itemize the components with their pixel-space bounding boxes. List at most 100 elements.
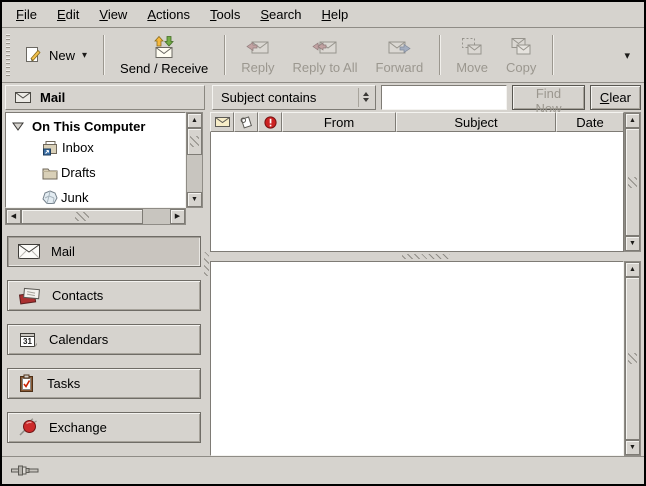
message-list-column-headers: From Subject Date bbox=[210, 112, 624, 132]
column-date-label: Date bbox=[576, 115, 603, 130]
sidebar: On This Computer Inbox bbox=[5, 112, 203, 456]
new-message-icon bbox=[24, 46, 42, 64]
find-now-button[interactable]: Find Now bbox=[512, 85, 585, 110]
reply-label: Reply bbox=[241, 60, 274, 75]
filter-row: Mail Subject contains Find Now Clear bbox=[2, 83, 644, 112]
tree-item-junk[interactable]: Junk bbox=[8, 185, 183, 208]
search-input[interactable] bbox=[381, 85, 507, 110]
forward-button[interactable]: Forward bbox=[367, 33, 433, 78]
scroll-up-button[interactable]: ▲ bbox=[625, 262, 640, 277]
folder-tree-vscrollbar[interactable]: ▲ ▼ bbox=[186, 112, 203, 208]
reply-to-all-icon bbox=[312, 36, 338, 58]
junk-icon bbox=[42, 190, 58, 205]
folder-tree[interactable]: On This Computer Inbox bbox=[5, 112, 186, 208]
menu-tools[interactable]: Tools bbox=[200, 3, 250, 26]
tree-item-label: Junk bbox=[61, 190, 88, 205]
contacts-icon bbox=[18, 287, 41, 305]
splitter-grip[interactable] bbox=[402, 254, 450, 259]
forward-label: Forward bbox=[376, 60, 424, 75]
preview-vscrollbar[interactable]: ▲ ▼ bbox=[624, 261, 641, 456]
send-receive-button[interactable]: Send / Receive bbox=[111, 32, 217, 79]
scroll-up-button[interactable]: ▲ bbox=[187, 113, 202, 128]
move-to-folder-icon bbox=[460, 36, 484, 58]
reply-to-all-label: Reply to All bbox=[292, 60, 357, 75]
mail-icon bbox=[18, 244, 40, 259]
folder-tree-hscrollbar[interactable]: ◀ ▶ bbox=[5, 208, 186, 225]
expander-triangle-icon[interactable] bbox=[12, 122, 24, 131]
copy-icon bbox=[509, 36, 533, 58]
move-button[interactable]: Move bbox=[447, 33, 497, 78]
folder-pane-header: Mail bbox=[5, 85, 205, 110]
column-date[interactable]: Date bbox=[556, 112, 624, 132]
message-list-vscrollbar[interactable]: ▲ ▼ bbox=[624, 112, 641, 252]
switcher-tasks-button[interactable]: Tasks bbox=[7, 368, 201, 399]
tree-root-on-this-computer[interactable]: On This Computer bbox=[8, 118, 183, 135]
switcher-label: Tasks bbox=[47, 376, 80, 391]
column-from[interactable]: From bbox=[282, 112, 396, 132]
message-list-pane: From Subject Date ▲ ▼ bbox=[210, 112, 641, 252]
scrollbar-thumb[interactable] bbox=[625, 128, 640, 236]
move-label: Move bbox=[456, 60, 488, 75]
splitter-grip[interactable] bbox=[204, 252, 209, 276]
toolbar-separator bbox=[439, 35, 440, 75]
switcher-label: Calendars bbox=[49, 332, 108, 347]
toolbar-drag-handle[interactable] bbox=[6, 34, 10, 76]
clear-button[interactable]: Clear bbox=[590, 85, 641, 110]
scrollbar-thumb[interactable] bbox=[187, 128, 202, 155]
scroll-down-button[interactable]: ▼ bbox=[625, 236, 640, 251]
message-list[interactable] bbox=[210, 132, 624, 252]
switcher-mail-button[interactable]: Mail bbox=[7, 236, 201, 267]
column-message-status[interactable] bbox=[210, 112, 234, 132]
tree-item-drafts[interactable]: Drafts bbox=[8, 160, 183, 185]
menubar: File Edit View Actions Tools Search Help bbox=[2, 2, 644, 28]
menu-help[interactable]: Help bbox=[312, 3, 359, 26]
new-button-label: New bbox=[49, 48, 75, 63]
search-filter-dropdown[interactable]: Subject contains bbox=[212, 85, 376, 110]
online-status-connector-icon[interactable] bbox=[11, 464, 41, 477]
toolbar-separator bbox=[103, 35, 104, 75]
attachment-icon bbox=[239, 115, 253, 129]
scroll-left-button[interactable]: ◀ bbox=[6, 209, 21, 224]
mail-envelope-icon bbox=[15, 92, 31, 103]
column-importance[interactable] bbox=[258, 112, 282, 132]
menu-view[interactable]: View bbox=[89, 3, 137, 26]
scroll-down-button[interactable]: ▼ bbox=[625, 440, 640, 455]
switcher-calendars-button[interactable]: 31 Calendars bbox=[7, 324, 201, 355]
send-receive-label: Send / Receive bbox=[120, 61, 208, 76]
menu-actions[interactable]: Actions bbox=[137, 3, 200, 26]
reply-to-all-button[interactable]: Reply to All bbox=[283, 33, 366, 78]
menu-file[interactable]: File bbox=[6, 3, 47, 26]
menu-edit[interactable]: Edit bbox=[47, 3, 89, 26]
sidebar-splitter[interactable] bbox=[203, 112, 210, 456]
scrollbar-corner bbox=[186, 208, 203, 225]
column-subject[interactable]: Subject bbox=[396, 112, 556, 132]
new-button[interactable]: New ▾ bbox=[15, 40, 96, 70]
preview-splitter[interactable] bbox=[210, 252, 641, 261]
menu-search[interactable]: Search bbox=[250, 3, 311, 26]
reply-button[interactable]: Reply bbox=[232, 33, 283, 78]
send-receive-icon bbox=[151, 35, 177, 59]
preview-pane: ▲ ▼ bbox=[210, 261, 641, 456]
scroll-down-button[interactable]: ▼ bbox=[187, 192, 202, 207]
copy-button[interactable]: Copy bbox=[497, 33, 545, 78]
switcher-exchange-button[interactable]: Exchange bbox=[7, 412, 201, 443]
scroll-right-button[interactable]: ▶ bbox=[170, 209, 185, 224]
svg-text:31: 31 bbox=[23, 337, 32, 346]
tree-item-inbox[interactable]: Inbox bbox=[8, 135, 183, 160]
scroll-up-button[interactable]: ▲ bbox=[625, 113, 640, 128]
message-area: From Subject Date ▲ ▼ bbox=[210, 112, 641, 456]
column-subject-label: Subject bbox=[454, 115, 497, 130]
toolbar-overflow-button[interactable]: ▾ bbox=[618, 45, 636, 66]
scrollbar-thumb[interactable] bbox=[625, 277, 640, 440]
scrollbar-thumb[interactable] bbox=[21, 209, 143, 224]
column-attachment[interactable] bbox=[234, 112, 258, 132]
toolbar-separator bbox=[224, 35, 225, 75]
search-bar: Subject contains Find Now Clear bbox=[212, 85, 641, 110]
chevron-down-icon: ▾ bbox=[82, 50, 87, 61]
search-filter-value: Subject contains bbox=[221, 90, 358, 105]
folder-icon bbox=[42, 166, 58, 180]
switcher-contacts-button[interactable]: Contacts bbox=[7, 280, 201, 311]
message-status-envelope-icon bbox=[215, 117, 230, 127]
toolbar-separator bbox=[552, 35, 553, 75]
tasks-icon bbox=[18, 374, 36, 393]
